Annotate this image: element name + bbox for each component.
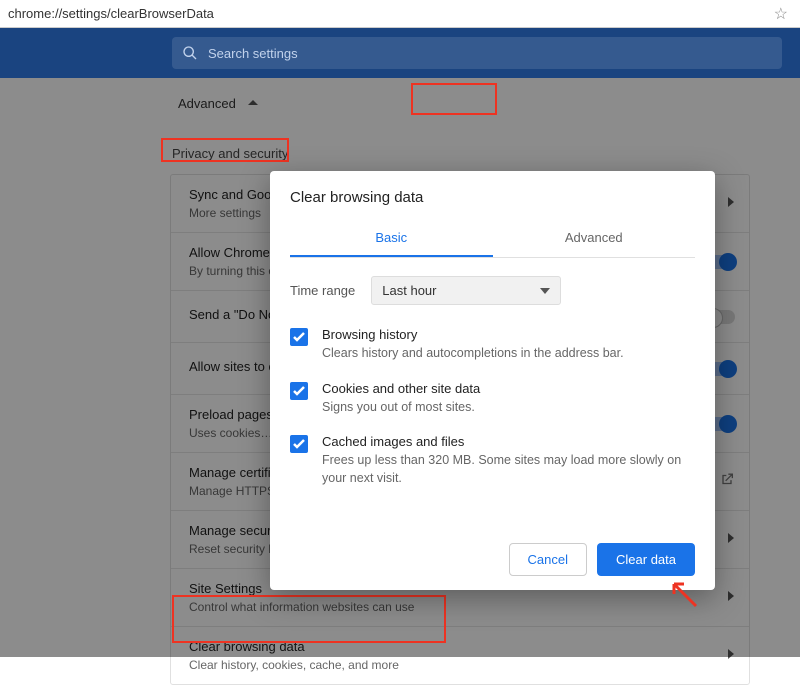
chevron-down-icon <box>540 288 550 294</box>
chevron-right-icon <box>727 647 735 665</box>
time-range-value: Last hour <box>382 283 436 298</box>
url-bar[interactable]: chrome://settings/clearBrowserData ☆ <box>0 0 800 28</box>
annotation-box <box>172 595 446 643</box>
option-browsing-history[interactable]: Browsing history Clears history and auto… <box>290 327 695 363</box>
advanced-label: Advanced <box>170 92 244 115</box>
clear-browsing-data-dialog: Clear browsing data Basic Advanced Time … <box>270 171 715 590</box>
checkbox-checked[interactable] <box>290 382 308 400</box>
cancel-button[interactable]: Cancel <box>509 543 587 576</box>
row-subtitle: Clear history, cookies, cache, and more <box>189 658 695 672</box>
time-range-label: Time range <box>290 283 355 298</box>
option-cache[interactable]: Cached images and files Frees up less th… <box>290 434 695 487</box>
option-title: Browsing history <box>322 327 624 342</box>
annotation-box <box>161 138 289 162</box>
dialog-tabs: Basic Advanced <box>290 220 695 258</box>
time-range-dropdown[interactable]: Last hour <box>371 276 561 305</box>
tab-advanced[interactable]: Advanced <box>493 220 696 257</box>
option-title: Cached images and files <box>322 434 695 449</box>
advanced-section-header[interactable]: Advanced <box>170 88 258 118</box>
search-placeholder: Search settings <box>208 46 298 61</box>
search-input[interactable]: Search settings <box>172 37 782 69</box>
option-desc: Signs you out of most sites. <box>322 399 480 417</box>
page-body: Advanced Privacy and security Sync and G… <box>0 78 800 657</box>
option-desc: Clears history and autocompletions in th… <box>322 345 624 363</box>
option-cookies[interactable]: Cookies and other site data Signs you ou… <box>290 381 695 417</box>
option-desc: Frees up less than 320 MB. Some sites ma… <box>322 452 695 487</box>
time-range-row: Time range Last hour <box>290 276 695 305</box>
checkbox-checked[interactable] <box>290 328 308 346</box>
tab-basic[interactable]: Basic <box>290 220 493 257</box>
annotation-arrow <box>664 574 704 619</box>
checkbox-checked[interactable] <box>290 435 308 453</box>
external-link-icon <box>719 471 735 492</box>
dialog-title: Clear browsing data <box>290 189 695 206</box>
clear-data-button[interactable]: Clear data <box>597 543 695 576</box>
chevron-right-icon <box>727 195 735 213</box>
search-icon <box>182 45 198 61</box>
annotation-box <box>411 83 497 115</box>
option-title: Cookies and other site data <box>322 381 480 396</box>
bookmark-star-icon[interactable]: ☆ <box>774 4 788 24</box>
chevron-right-icon <box>727 589 735 607</box>
header-bar: Search settings <box>0 28 800 78</box>
chevron-right-icon <box>727 531 735 549</box>
url-text: chrome://settings/clearBrowserData <box>8 6 214 21</box>
chevron-up-icon <box>248 98 258 108</box>
dialog-footer: Cancel Clear data <box>290 543 695 576</box>
